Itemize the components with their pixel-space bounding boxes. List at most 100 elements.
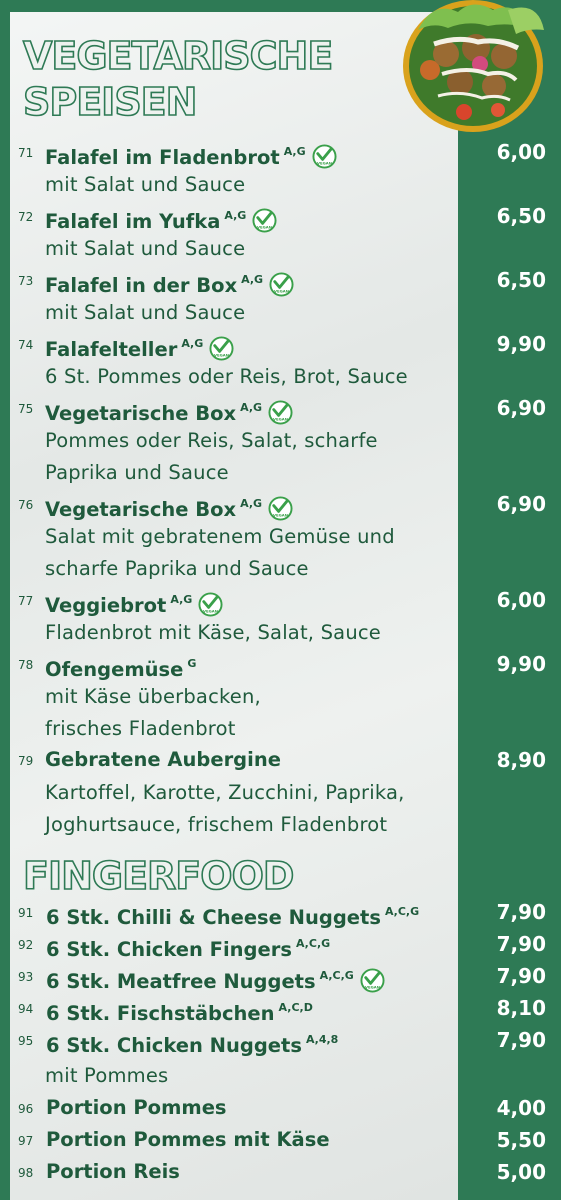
item-number: 71 xyxy=(18,146,34,160)
allergen-codes: A,G xyxy=(240,497,263,510)
menu-item-72: 72 Falafel im Yufka A,G VEGAN 6,50 xyxy=(0,201,561,233)
svg-text:VEGAN: VEGAN xyxy=(274,289,289,294)
item-name-text: Portion Pommes xyxy=(46,1096,227,1119)
item-description: mit Salat und Sauce xyxy=(45,237,246,260)
item-name-text: 6 Stk. Fischstäbchen xyxy=(46,1002,275,1025)
item-description: 6 St. Pommes oder Reis, Brot, Sauce xyxy=(45,365,408,388)
item-price: 7,90 xyxy=(496,900,546,924)
item-name: Falafel in der Box A,G VEGAN xyxy=(45,265,294,301)
allergen-codes: A,C,G xyxy=(384,905,420,918)
item-name: Vegetarische Box A,G VEGAN xyxy=(45,489,293,525)
menu-item-94: 94 6 Stk. Fischstäbchen A,C,D 8,10 xyxy=(0,993,561,1025)
item-description: frisches Fladenbrot xyxy=(45,717,236,740)
item-description: Kartoffel, Karotte, Zucchini, Paprika, xyxy=(45,781,405,804)
vegan-badge-icon: VEGAN xyxy=(269,272,294,297)
vegan-badge-icon: VEGAN xyxy=(268,400,293,425)
item-name-text: Falafel im Fladenbrot xyxy=(45,146,280,169)
allergen-codes: A,G xyxy=(240,401,263,414)
item-description: Joghurtsauce, frischem Fladenbrot xyxy=(45,813,388,836)
falafel-bowl-image xyxy=(403,0,544,132)
item-name-text: Portion Pommes mit Käse xyxy=(46,1128,330,1151)
item-price: 4,00 xyxy=(496,1096,546,1120)
item-name: Ofengemüse G xyxy=(45,649,196,685)
menu-item-73: 73 Falafel in der Box A,G VEGAN 6,50 xyxy=(0,265,561,297)
allergen-codes: A,G xyxy=(224,209,247,222)
vegan-badge-icon: VEGAN xyxy=(209,336,234,361)
section-heading-vegetarian-line1: VEGETARISCHE xyxy=(22,34,334,78)
item-description: Pommes oder Reis, Salat, scharfe xyxy=(45,429,378,452)
item-description: scharfe Paprika und Sauce xyxy=(45,557,309,580)
menu-item-98: 98 Portion Reis 5,00 xyxy=(0,1157,561,1187)
item-number: 77 xyxy=(18,594,34,608)
item-price: 5,00 xyxy=(496,1160,546,1184)
allergen-codes: A,4,8 xyxy=(305,1033,339,1046)
item-name-text: 6 Stk. Chicken Nuggets xyxy=(46,1034,302,1057)
item-description: Salat mit gebratenem Gemüse und xyxy=(45,525,395,548)
item-number: 93 xyxy=(18,970,34,984)
item-price: 6,00 xyxy=(496,140,546,164)
item-name-text: Gebratene Aubergine xyxy=(45,748,281,771)
item-price: 6,90 xyxy=(496,492,546,516)
item-name: 6 Stk. Chicken Nuggets A,4,8 xyxy=(46,1025,338,1061)
item-name-text: Falafelteller xyxy=(45,338,178,361)
item-name-text: Vegetarische Box xyxy=(45,402,237,425)
menu-item-77: 77 Veggiebrot A,G VEGAN 6,00 xyxy=(0,585,561,617)
allergen-codes: A,C,G xyxy=(319,969,354,982)
item-name: Portion Pommes xyxy=(46,1093,227,1123)
menu-item-95: 95 6 Stk. Chicken Nuggets A,4,8 7,90 xyxy=(0,1025,561,1057)
allergen-codes: A,G xyxy=(170,593,193,606)
item-name: 6 Stk. Chicken Fingers A,C,G xyxy=(46,929,330,965)
item-description: mit Käse überbacken, xyxy=(45,685,261,708)
svg-text:VEGAN: VEGAN xyxy=(257,225,272,230)
item-number: 94 xyxy=(18,1002,34,1016)
vegan-badge-icon: VEGAN xyxy=(252,208,277,233)
vegan-badge-icon: VEGAN xyxy=(268,496,293,521)
item-name: Portion Reis xyxy=(46,1157,180,1187)
svg-text:VEGAN: VEGAN xyxy=(214,353,229,358)
svg-text:VEGAN: VEGAN xyxy=(273,417,288,422)
item-number: 92 xyxy=(18,938,34,952)
menu-item-78: 78 Ofengemüse G 9,90 xyxy=(0,649,561,681)
item-number: 78 xyxy=(18,658,34,672)
item-number: 75 xyxy=(18,402,34,416)
item-name-text: Veggiebrot xyxy=(45,594,167,617)
menu-item-71: 71 Falafel im Fladenbrot A,G VEGAN 6,00 xyxy=(0,137,561,169)
menu-item-91: 91 6 Stk. Chilli & Cheese Nuggets A,C,G 7,9… xyxy=(0,897,561,929)
item-price: 7,90 xyxy=(496,1028,546,1052)
item-price: 6,50 xyxy=(496,268,546,292)
item-description: mit Pommes xyxy=(45,1064,169,1087)
item-description: mit Salat und Sauce xyxy=(45,173,246,196)
item-name-text: Falafel im Yufka xyxy=(45,210,221,233)
allergen-codes: A,G xyxy=(241,273,264,286)
allergen-codes: A,C,D xyxy=(278,1001,313,1014)
item-name-text: 6 Stk. Chilli & Cheese Nuggets xyxy=(46,906,381,929)
item-number: 79 xyxy=(18,754,34,768)
menu-item-76: 76 Vegetarische Box A,G VEGAN 6,90 xyxy=(0,489,561,521)
svg-text:VEGAN: VEGAN xyxy=(317,161,332,166)
item-name: Falafelteller A,G VEGAN xyxy=(45,329,234,365)
item-name: Gebratene Aubergine xyxy=(45,745,281,775)
item-name-text: 6 Stk. Chicken Fingers xyxy=(46,938,292,961)
item-number: 97 xyxy=(18,1134,34,1148)
item-number: 98 xyxy=(18,1166,34,1180)
section-heading-fingerfood: FINGERFOOD xyxy=(22,854,295,898)
item-number: 72 xyxy=(18,210,34,224)
item-name-text: Ofengemüse xyxy=(45,658,184,681)
item-name: Falafel im Yufka A,G VEGAN xyxy=(45,201,277,237)
item-price: 7,90 xyxy=(496,932,546,956)
vegan-badge-icon: VEGAN xyxy=(360,968,385,993)
vegan-badge-icon: VEGAN xyxy=(198,592,223,617)
item-name: Veggiebrot A,G VEGAN xyxy=(45,585,223,621)
item-name-text: 6 Stk. Meatfree Nuggets xyxy=(46,970,316,993)
item-number: 95 xyxy=(18,1034,34,1048)
menu-item-75: 75 Vegetarische Box A,G VEGAN 6,90 xyxy=(0,393,561,425)
svg-text:VEGAN: VEGAN xyxy=(273,513,288,518)
item-price: 6,50 xyxy=(496,204,546,228)
item-description: Fladenbrot mit Käse, Salat, Sauce xyxy=(45,621,382,644)
item-name: Vegetarische Box A,G VEGAN xyxy=(45,393,293,429)
menu-item-74: 74 Falafelteller A,G VEGAN 9,90 xyxy=(0,329,561,361)
item-name: 6 Stk. Fischstäbchen A,C,D xyxy=(46,993,313,1029)
section-heading-vegetarian-line2: SPEISEN xyxy=(22,80,198,124)
allergen-codes: A,G xyxy=(283,145,306,158)
svg-text:VEGAN: VEGAN xyxy=(365,985,380,990)
